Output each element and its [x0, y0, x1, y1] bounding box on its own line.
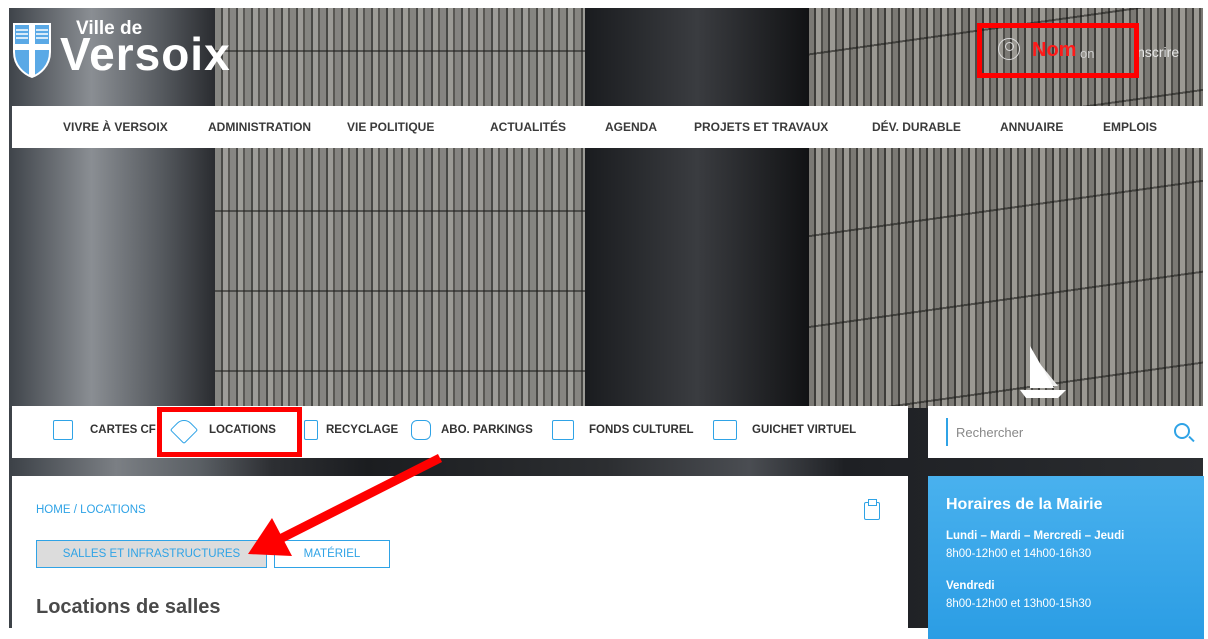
opening-hours-title: Horaires de la Mairie — [946, 496, 1103, 513]
search-accent-line — [946, 418, 948, 446]
quick-link-guichet-virtuel[interactable]: GUICHET VIRTUEL — [752, 424, 856, 436]
opening-days-friday: Vendredi — [946, 580, 995, 592]
car-icon — [411, 420, 431, 440]
page-title: Locations de salles — [36, 596, 221, 618]
opening-hours-friday: 8h00-12h00 et 13h00-15h30 — [946, 598, 1092, 610]
quick-links-bar: CARTES CF LOCATIONS RECYCLAGE ABO. PARKI… — [12, 406, 908, 458]
quick-link-cartes-cff[interactable]: CARTES CF — [90, 424, 156, 436]
nav-item-annuaire[interactable]: ANNUAIRE — [1000, 120, 1063, 134]
main-navigation: VIVRE À VERSOIX ADMINISTRATION VIE POLIT… — [12, 106, 1204, 148]
picture-icon — [552, 420, 574, 440]
nav-item-agenda[interactable]: AGENDA — [605, 120, 657, 134]
opening-hours-weekdays: 8h00-12h00 et 14h00-16h30 — [946, 548, 1092, 560]
nav-item-projets[interactable]: PROJETS ET TRAVAUX — [694, 120, 828, 134]
hero-background-middle — [585, 8, 809, 408]
nav-item-administration[interactable]: ADMINISTRATION — [208, 120, 311, 134]
logo-city-name: Versoix — [60, 28, 231, 80]
print-icon[interactable] — [864, 499, 880, 520]
breadcrumb[interactable]: HOME / LOCATIONS — [36, 504, 146, 516]
train-icon — [53, 420, 73, 440]
annotation-highlight-locations — [157, 407, 302, 457]
opening-hours-panel: Horaires de la Mairie Lundi – Mardi – Me… — [928, 476, 1204, 639]
annotation-highlight-account — [977, 23, 1139, 78]
logo-text: Ville de Versoix — [60, 18, 250, 78]
annotation-arrow-icon — [248, 453, 443, 556]
hero-wood-left — [215, 8, 585, 408]
sailboat-icon — [1020, 346, 1066, 398]
site-logo[interactable]: Ville de Versoix — [12, 18, 250, 78]
page: Ville de Versoix Nom on inscrire VIVRE À… — [0, 0, 1208, 639]
nav-item-vie-politique[interactable]: VIE POLITIQUE — [347, 120, 434, 134]
content-panel: HOME / LOCATIONS SALLES ET INFRASTRUCTUR… — [12, 476, 908, 639]
quick-link-recyclage[interactable]: RECYCLAGE — [326, 424, 398, 436]
bin-icon — [304, 420, 318, 440]
nav-item-actualites[interactable]: ACTUALITÉS — [490, 120, 566, 134]
register-link[interactable]: inscrire — [1134, 44, 1179, 60]
quick-link-parkings[interactable]: ABO. PARKINGS — [441, 424, 533, 436]
shield-logo-icon — [13, 23, 51, 78]
window-icon — [713, 420, 737, 440]
search-input[interactable] — [956, 418, 1156, 446]
nav-item-emplois[interactable]: EMPLOIS — [1103, 120, 1157, 134]
search-box — [928, 406, 1204, 458]
tab-salles-infrastructures[interactable]: SALLES ET INFRASTRUCTURES — [36, 540, 267, 568]
nav-item-vivre[interactable]: VIVRE À VERSOIX — [63, 120, 168, 134]
opening-days-weekdays: Lundi – Mardi – Mercredi – Jeudi — [946, 530, 1125, 542]
quick-link-fonds-culturel[interactable]: FONDS CULTUREL — [589, 424, 694, 436]
nav-item-dev-durable[interactable]: DÉV. DURABLE — [872, 120, 961, 134]
search-icon[interactable] — [1174, 423, 1190, 439]
